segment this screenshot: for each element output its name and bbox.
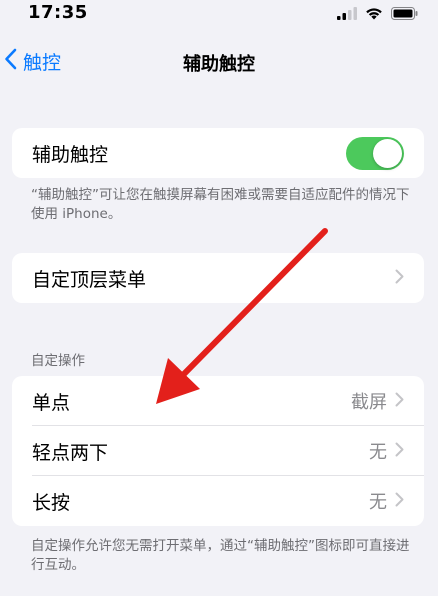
wifi-icon [365,5,383,24]
top-level-menu-label: 自定顶层菜单 [32,268,147,291]
assistive-touch-footer: “辅助触控”可让您在触摸屏幕有困难或需要自适应配件的情况下使用 iPhone。 [31,187,410,222]
status-bar: 17:35 [0,0,438,28]
nav-bar: 触控 辅助触控 [0,44,438,80]
custom-action-label: 单点 [32,391,71,414]
custom-action-label: 轻点两下 [32,441,109,464]
page-title: 辅助触控 [183,54,255,75]
toggle-knob [373,139,402,168]
custom-action-value: 无 [369,442,387,463]
custom-action-label: 长按 [32,491,71,514]
custom-actions-footer: 自定操作允许您无需打开菜单，通过“辅助触控”图标即可直接进行互动。 [31,538,410,573]
top-level-menu-row[interactable]: 自定顶层菜单 [12,253,424,303]
signal-icon [337,5,357,24]
custom-action-value: 无 [369,492,387,513]
custom-actions-group: 单点 截屏 轻点两下 无 长按 无 [12,376,424,526]
screen: 17:35 触控 辅助触控 辅助触控 “辅助触控”可让您在触摸屏幕有困难或需要自… [0,0,438,596]
custom-action-row-double-tap[interactable]: 轻点两下 无 [12,426,424,476]
custom-action-row-single-tap[interactable]: 单点 截屏 [12,376,424,426]
chevron-right-icon [395,492,404,511]
custom-actions-header: 自定操作 [31,353,85,369]
chevron-right-icon [395,442,404,461]
status-time: 17:35 [28,2,88,23]
chevron-right-icon [395,392,404,411]
custom-action-row-long-press[interactable]: 长按 无 [12,476,424,526]
top-level-menu-group: 自定顶层菜单 [12,253,424,303]
assistive-touch-toggle[interactable] [346,137,404,170]
assistive-touch-row: 辅助触控 [12,128,424,178]
status-icons [337,5,418,24]
battery-icon [391,5,418,24]
custom-action-value: 截屏 [351,392,387,413]
chevron-right-icon [395,269,404,288]
assistive-touch-group: 辅助触控 [12,128,424,178]
